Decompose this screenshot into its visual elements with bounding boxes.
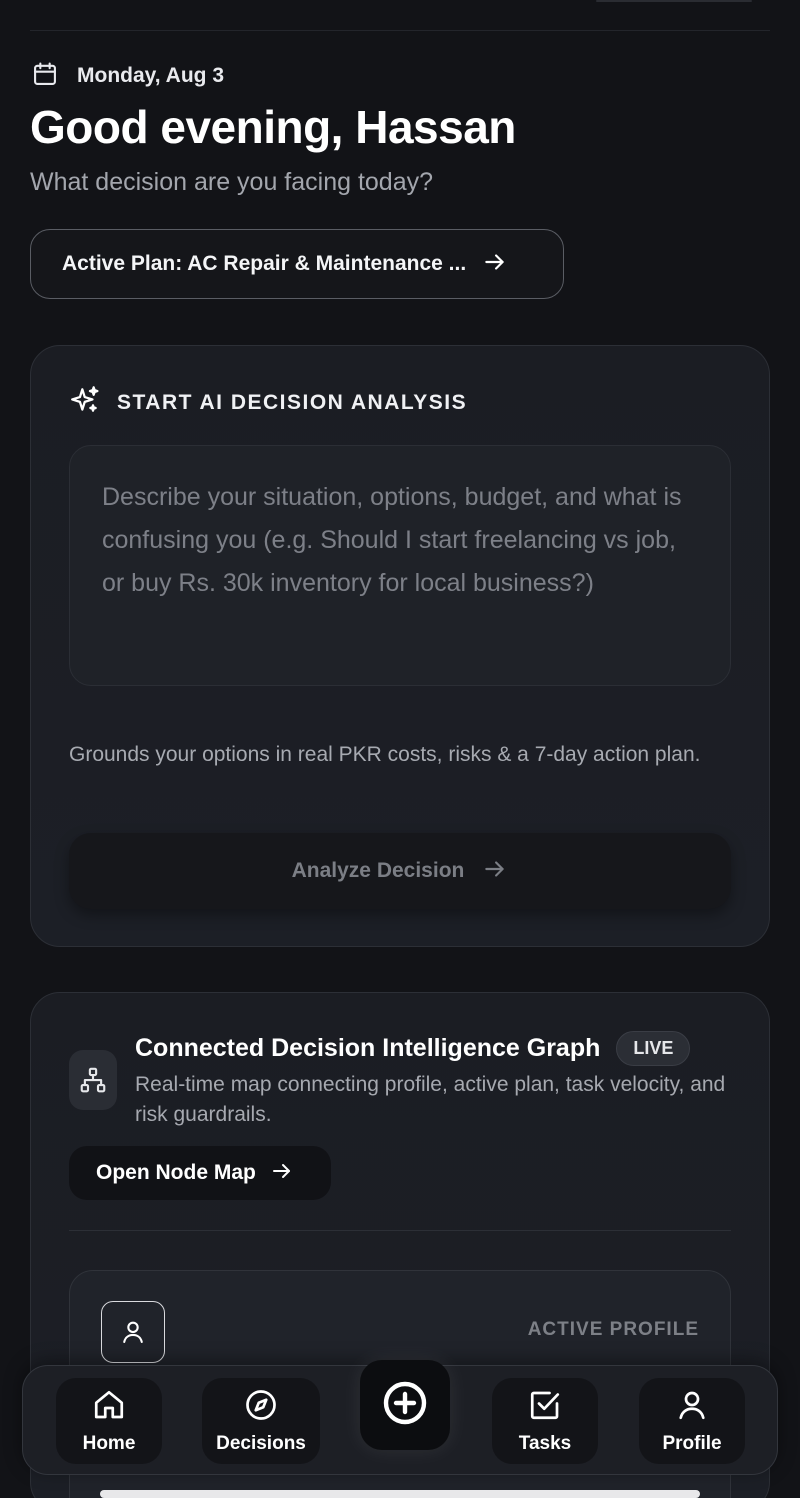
user-icon: [101, 1301, 165, 1363]
nav-home-label: Home: [82, 1433, 136, 1454]
page-title: Good evening, Hassan: [30, 101, 516, 153]
live-badge: LIVE: [616, 1031, 691, 1066]
analyze-decision-button[interactable]: Analyze Decision: [69, 833, 731, 909]
graph-title: Connected Decision Intelligence Graph: [135, 1034, 601, 1062]
top-divider: [30, 30, 770, 31]
current-date: Monday, Aug 3: [77, 64, 224, 87]
home-indicator: [100, 1490, 700, 1498]
sitemap-icon: [69, 1050, 117, 1110]
graph-description: Real-time map connecting profile, active…: [135, 1073, 726, 1126]
nav-tasks[interactable]: Tasks: [492, 1378, 598, 1464]
top-edge-sliver: [596, 0, 752, 2]
ai-card-title: START AI DECISION ANALYSIS: [117, 390, 468, 414]
sparkles-icon: [69, 384, 101, 421]
nav-decisions[interactable]: Decisions: [202, 1378, 320, 1464]
arrow-right-icon: [270, 1159, 294, 1188]
nav-decisions-label: Decisions: [216, 1433, 306, 1454]
graph-title-row: Connected Decision Intelligence Graph LI…: [135, 1031, 691, 1066]
nav-profile-label: Profile: [662, 1433, 722, 1454]
date-row: Monday, Aug 3: [31, 60, 224, 92]
home-icon: [91, 1387, 127, 1428]
compass-icon: [243, 1387, 279, 1428]
situation-input[interactable]: [69, 445, 731, 686]
page-subtitle: What decision are you facing today?: [30, 168, 434, 196]
ai-decision-card: START AI DECISION ANALYSIS Grounds your …: [30, 345, 770, 947]
user-icon: [674, 1387, 710, 1428]
calendar-icon: [31, 60, 59, 93]
open-node-map-label: Open Node Map: [96, 1161, 256, 1184]
graph-divider: [69, 1230, 731, 1231]
ai-card-header: START AI DECISION ANALYSIS: [69, 384, 467, 421]
ai-card-description: Grounds your options in real PKR costs, …: [69, 743, 701, 766]
active-profile-label: ACTIVE PROFILE: [527, 1319, 699, 1340]
open-node-map-button[interactable]: Open Node Map: [69, 1146, 331, 1200]
add-decision-button[interactable]: [360, 1360, 450, 1450]
checkbox-icon: [527, 1387, 563, 1428]
nav-tasks-label: Tasks: [518, 1433, 572, 1454]
arrow-right-icon: [482, 249, 508, 280]
arrow-right-icon: [482, 856, 508, 887]
nav-home[interactable]: Home: [56, 1378, 162, 1464]
active-plan-label: Active Plan: AC Repair & Maintenance ...: [62, 252, 467, 275]
nav-profile[interactable]: Profile: [639, 1378, 745, 1464]
analyze-decision-label: Analyze Decision: [291, 859, 465, 882]
plus-circle-icon: [381, 1379, 429, 1432]
active-plan-button[interactable]: Active Plan: AC Repair & Maintenance ...: [30, 229, 564, 299]
